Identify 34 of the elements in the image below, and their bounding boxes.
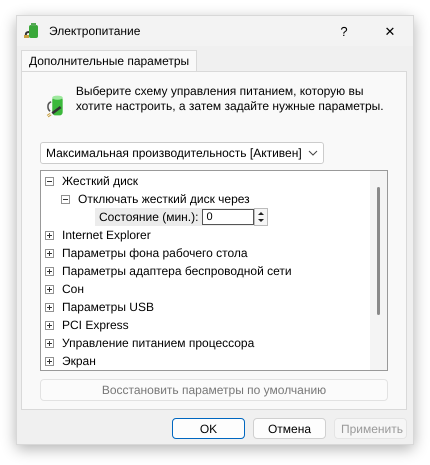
chevron-down-icon — [308, 150, 318, 156]
tree-item[interactable]: Параметры адаптера беспроводной сети — [62, 264, 292, 278]
tree-item[interactable]: Internet Explorer — [62, 228, 151, 242]
tree-item[interactable]: Параметры фона рабочего стола — [62, 246, 248, 260]
description-text: Выберите схему управления питанием, которую вы хотите настроить, а затем задайте нужные параметры. — [76, 83, 385, 114]
tree-item[interactable]: PCI Express — [62, 318, 129, 332]
setting-label: Состояние (мин.): — [99, 210, 198, 224]
tree-item[interactable]: Жесткий диск — [62, 174, 138, 188]
battery-plug-icon — [23, 22, 41, 40]
dialog-button[interactable]: Отмена — [253, 418, 326, 439]
close-button[interactable]: ✕ — [367, 16, 413, 46]
dialog-button[interactable]: OK — [172, 418, 245, 439]
collapse-icon[interactable] — [45, 176, 55, 186]
expand-icon[interactable] — [45, 356, 55, 366]
tab[interactable]: Дополнительные параметры — [21, 50, 198, 71]
tree-item[interactable]: Отключать жесткий диск через — [78, 192, 250, 206]
tree-item[interactable]: Сон — [62, 282, 84, 296]
help-button[interactable]: ? — [321, 16, 367, 46]
expand-icon[interactable] — [45, 338, 55, 348]
expand-icon[interactable] — [45, 266, 55, 276]
tree-item[interactable]: Управление питанием процессора — [62, 336, 254, 350]
tree-item[interactable]: Экран — [62, 354, 96, 368]
spin-arrows-icon[interactable] — [254, 208, 268, 226]
expand-icon[interactable] — [45, 302, 55, 312]
tree-item[interactable]: Параметры USB — [62, 300, 154, 314]
power-plan-dropdown[interactable]: Максимальная производительность [Активен] — [40, 142, 324, 164]
expand-icon[interactable] — [45, 284, 55, 294]
collapse-icon[interactable] — [61, 194, 71, 204]
expand-icon[interactable] — [45, 320, 55, 330]
window-title: Электропитание — [49, 24, 142, 38]
minutes-field[interactable]: 0 — [202, 209, 254, 225]
scrollbar-thumb[interactable] — [377, 187, 380, 315]
expand-icon[interactable] — [45, 248, 55, 258]
expand-icon[interactable] — [45, 230, 55, 240]
